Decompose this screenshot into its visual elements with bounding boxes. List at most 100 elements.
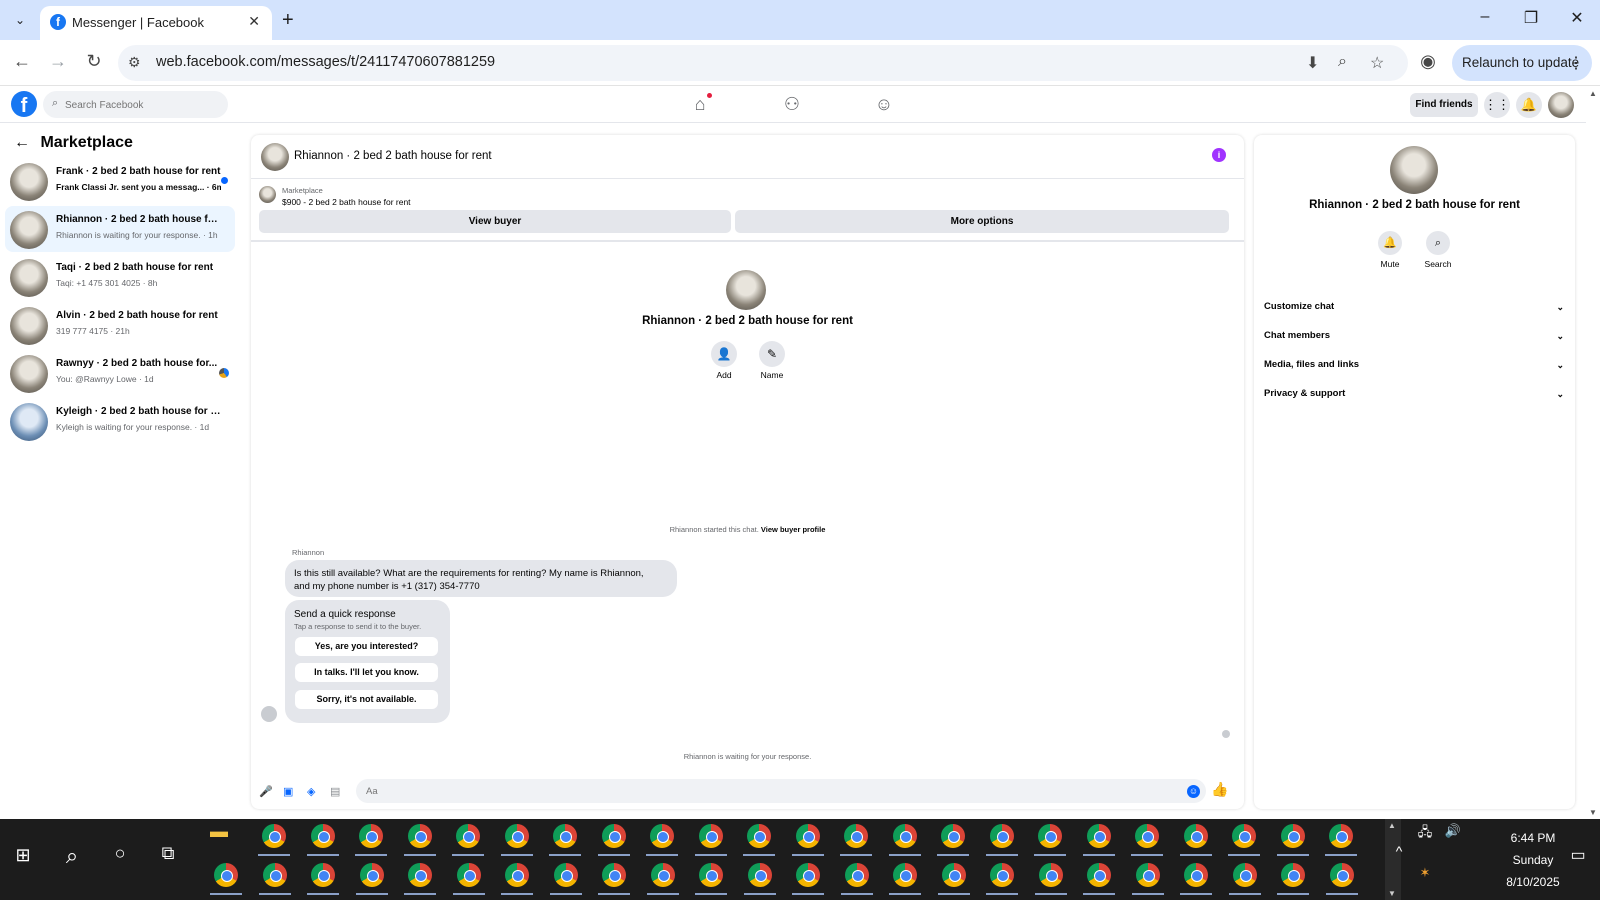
more-options-button[interactable]: More options bbox=[735, 210, 1229, 233]
install-app-icon[interactable]: ⬇ bbox=[1306, 53, 1319, 73]
clock-date[interactable]: 8/10/2025 bbox=[1488, 875, 1578, 889]
conversation-item-alvin[interactable]: Alvin · 2 bed 2 bath house for rent 319 … bbox=[5, 302, 235, 348]
chrome-taskbar-icon[interactable] bbox=[1039, 863, 1063, 887]
microphone-icon[interactable]: 🎤 bbox=[259, 785, 273, 798]
chrome-taskbar-icon[interactable] bbox=[796, 863, 820, 887]
task-view-icon[interactable]: ⧉ bbox=[153, 843, 183, 864]
facebook-logo-icon[interactable]: f bbox=[11, 91, 37, 117]
chrome-taskbar-icon[interactable] bbox=[1087, 824, 1111, 848]
chrome-taskbar-icon[interactable] bbox=[214, 863, 238, 887]
chrome-taskbar-icon[interactable] bbox=[505, 824, 529, 848]
chrome-taskbar-icon[interactable] bbox=[748, 863, 772, 887]
thumbs-up-icon[interactable]: 👍 bbox=[1211, 781, 1228, 798]
chrome-taskbar-icon[interactable] bbox=[602, 863, 626, 887]
chrome-menu-icon[interactable]: ⋮ bbox=[1568, 53, 1584, 73]
chrome-taskbar-icon[interactable] bbox=[457, 863, 481, 887]
quick-response-button[interactable]: Sorry, it's not available. bbox=[295, 690, 438, 709]
photo-icon[interactable]: ▣ bbox=[283, 785, 293, 798]
customize-chat-section[interactable]: Customize chat ⌄ bbox=[1264, 296, 1564, 318]
chrome-taskbar-icon[interactable] bbox=[699, 863, 723, 887]
emoji-icon[interactable]: ☺ bbox=[1187, 785, 1200, 798]
chrome-taskbar-icon[interactable] bbox=[554, 863, 578, 887]
conversation-info-icon[interactable]: i bbox=[1212, 148, 1226, 162]
conversation-item-kyleigh[interactable]: Kyleigh · 2 bed 2 bath house for rent Ky… bbox=[5, 398, 235, 444]
profile-icon[interactable]: ◉ bbox=[1416, 51, 1440, 72]
bookmark-star-icon[interactable]: ☆ bbox=[1370, 53, 1384, 73]
chrome-taskbar-icon[interactable] bbox=[311, 863, 335, 887]
mute-bell-icon[interactable]: 🔔 bbox=[1378, 231, 1402, 255]
listing-title[interactable]: $900 - 2 bed 2 bath house for rent bbox=[282, 197, 411, 207]
taskbar-scroll-up-icon[interactable]: ▲ bbox=[1388, 821, 1396, 830]
forward-arrow-icon[interactable]: → bbox=[46, 51, 70, 72]
chrome-taskbar-icon[interactable] bbox=[359, 824, 383, 848]
view-buyer-button[interactable]: View buyer bbox=[259, 210, 731, 233]
conversation-item-frank[interactable]: Frank · 2 bed 2 bath house for rent Fran… bbox=[5, 158, 235, 204]
chrome-taskbar-icon[interactable] bbox=[1184, 824, 1208, 848]
network-icon[interactable]: 🖧 bbox=[1410, 823, 1440, 845]
window-close-icon[interactable]: ✕ bbox=[1554, 8, 1600, 28]
tab-search-chevron-icon[interactable]: ⌄ bbox=[8, 8, 32, 32]
clock-time[interactable]: 6:44 PM bbox=[1488, 831, 1578, 845]
chrome-taskbar-icon[interactable] bbox=[1281, 863, 1305, 887]
search-icon[interactable]: ⌕ bbox=[57, 843, 87, 869]
reload-icon[interactable]: ↻ bbox=[82, 51, 106, 72]
search-icon[interactable]: ⌕ bbox=[1426, 231, 1450, 255]
menu-grid-icon[interactable]: ⋮⋮ bbox=[1484, 92, 1510, 118]
site-info-icon[interactable]: ⚙ bbox=[128, 54, 141, 71]
back-arrow-icon[interactable]: ← bbox=[14, 134, 36, 152]
scroll-up-icon[interactable]: ▲ bbox=[1589, 89, 1597, 98]
chrome-taskbar-icon[interactable] bbox=[990, 824, 1014, 848]
chrome-taskbar-icon[interactable] bbox=[311, 824, 335, 848]
chrome-taskbar-icon[interactable] bbox=[456, 824, 480, 848]
chrome-taskbar-icon[interactable] bbox=[1087, 863, 1111, 887]
chrome-taskbar-icon[interactable] bbox=[990, 863, 1014, 887]
chrome-taskbar-icon[interactable] bbox=[747, 824, 771, 848]
page-scrollbar[interactable]: ▲ ▼ bbox=[1586, 87, 1600, 819]
chrome-taskbar-icon[interactable] bbox=[1136, 863, 1160, 887]
chrome-taskbar-icon[interactable] bbox=[941, 824, 965, 848]
show-hidden-icons-icon[interactable]: ^ bbox=[1384, 843, 1414, 859]
new-tab-plus-icon[interactable]: + bbox=[282, 8, 294, 32]
chrome-taskbar-icon[interactable] bbox=[893, 824, 917, 848]
chat-members-section[interactable]: Chat members ⌄ bbox=[1264, 325, 1564, 347]
chrome-taskbar-icon[interactable] bbox=[1135, 824, 1159, 848]
volume-icon[interactable]: 🔊 bbox=[1438, 823, 1468, 839]
chrome-taskbar-icon[interactable] bbox=[1330, 863, 1354, 887]
notifications-icon[interactable]: ▭ bbox=[1563, 845, 1593, 865]
facebook-search[interactable]: ⌕ bbox=[43, 91, 228, 118]
sticker-icon[interactable]: ◈ bbox=[307, 785, 315, 798]
browser-tab-messenger[interactable]: f Messenger | Facebook ✕ bbox=[40, 6, 272, 40]
scroll-down-icon[interactable]: ▼ bbox=[1589, 808, 1597, 817]
chrome-taskbar-icon[interactable] bbox=[1281, 824, 1305, 848]
chrome-taskbar-icon[interactable] bbox=[845, 863, 869, 887]
chrome-taskbar-icon[interactable] bbox=[1233, 863, 1257, 887]
message-input[interactable] bbox=[356, 779, 1206, 803]
quick-response-button[interactable]: Yes, are you interested? bbox=[295, 637, 438, 656]
zoom-icon[interactable]: ⌕ bbox=[1338, 53, 1347, 71]
privacy-support-section[interactable]: Privacy & support ⌄ bbox=[1264, 383, 1564, 405]
url-text[interactable]: web.facebook.com/messages/t/241174706078… bbox=[156, 54, 495, 70]
file-explorer-icon[interactable]: ▬ bbox=[204, 821, 234, 842]
conversation-item-rhiannon[interactable]: Rhiannon · 2 bed 2 bath house for ... Rh… bbox=[5, 206, 235, 252]
back-arrow-icon[interactable]: ← bbox=[10, 51, 34, 72]
relaunch-to-update-button[interactable]: Relaunch to update ⋮ bbox=[1452, 45, 1592, 81]
view-buyer-profile-link[interactable]: View buyer profile bbox=[761, 525, 825, 534]
conversation-item-rawnyy[interactable]: Rawnyy · 2 bed 2 bath house for... You: … bbox=[5, 350, 235, 396]
add-people-icon[interactable]: 👤 bbox=[711, 341, 737, 367]
chrome-taskbar-icon[interactable] bbox=[553, 824, 577, 848]
chrome-taskbar-icon[interactable] bbox=[1184, 863, 1208, 887]
gif-icon[interactable]: ▤ bbox=[330, 785, 340, 798]
chrome-taskbar-icon[interactable] bbox=[893, 863, 917, 887]
window-restore-icon[interactable]: ❐ bbox=[1508, 8, 1554, 28]
conversation-item-taqi[interactable]: Taqi · 2 bed 2 bath house for rent Taqi:… bbox=[5, 254, 235, 300]
chrome-taskbar-icon[interactable] bbox=[505, 863, 529, 887]
chrome-taskbar-icon[interactable] bbox=[796, 824, 820, 848]
windows-start-icon[interactable]: ⊞ bbox=[8, 845, 38, 866]
facebook-search-input[interactable] bbox=[65, 95, 215, 115]
taskbar-scroll-down-icon[interactable]: ▼ bbox=[1388, 889, 1396, 898]
chat-title[interactable]: Rhiannon · 2 bed 2 bath house for rent bbox=[294, 150, 492, 162]
chrome-taskbar-icon[interactable] bbox=[360, 863, 384, 887]
address-bar[interactable]: ⚙ web.facebook.com/messages/t/2411747060… bbox=[118, 45, 1408, 81]
account-avatar[interactable] bbox=[1548, 92, 1574, 118]
chrome-taskbar-icon[interactable] bbox=[408, 824, 432, 848]
